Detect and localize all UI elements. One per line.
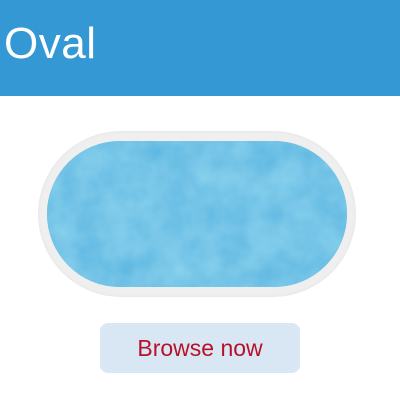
page-title: Oval: [4, 19, 97, 68]
header-bar: Oval: [0, 0, 400, 96]
page: Oval Browse now: [0, 0, 400, 400]
water-texture: [47, 141, 347, 287]
oval-pool-illustration: [38, 131, 356, 297]
pool-water: [47, 141, 347, 287]
browse-now-button[interactable]: Browse now: [100, 323, 300, 373]
